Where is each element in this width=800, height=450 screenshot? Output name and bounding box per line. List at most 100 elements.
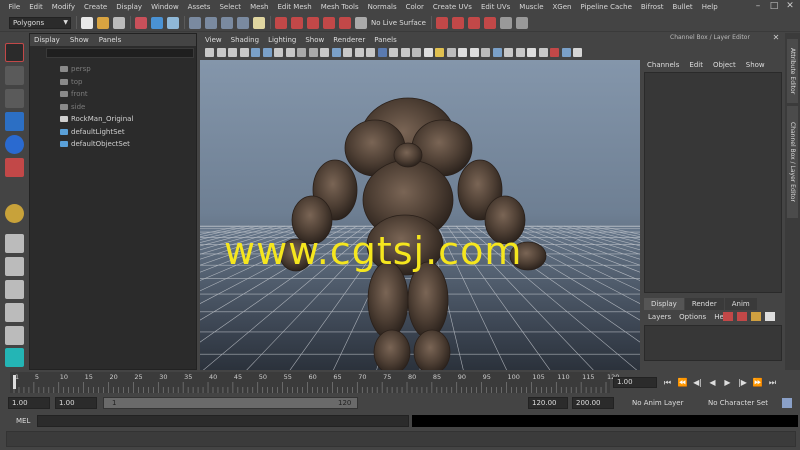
maximize-button[interactable]: □: [769, 1, 779, 11]
viewport-tool-icon[interactable]: [308, 48, 318, 57]
move-tool-icon[interactable]: [5, 112, 24, 131]
menu-normals[interactable]: Normals: [363, 3, 401, 11]
menu-set-dropdown[interactable]: Polygons ▼: [9, 16, 71, 29]
menu-assets[interactable]: Assets: [183, 3, 215, 11]
viewport-tool-icon[interactable]: [446, 48, 456, 57]
open-scene-icon[interactable]: [97, 16, 109, 29]
outliner-menu-display[interactable]: Display: [34, 36, 60, 44]
select-vertex-icon[interactable]: [189, 16, 201, 29]
universal-manipulator-icon[interactable]: [5, 204, 24, 223]
sidebar-toggle-icon[interactable]: [515, 16, 528, 29]
viewport-tool-icon[interactable]: [262, 48, 272, 57]
outliner-item-front[interactable]: front: [30, 88, 196, 101]
anim-layer-dropdown[interactable]: No Anim Layer: [632, 399, 683, 407]
character-set-dropdown[interactable]: No Character Set: [708, 399, 768, 407]
outliner-item-side[interactable]: side: [30, 101, 196, 114]
tab-channel-box[interactable]: Channel Box / Layer Editor: [787, 106, 798, 218]
lock-icon[interactable]: [253, 16, 265, 29]
snap-live-icon[interactable]: [339, 16, 351, 29]
viewport-menu-renderer[interactable]: Renderer: [333, 36, 365, 44]
viewport-tool-icon[interactable]: [274, 48, 283, 57]
menu-xgen[interactable]: XGen: [548, 3, 576, 11]
command-input[interactable]: [37, 415, 409, 427]
viewport-tool-icon[interactable]: [481, 48, 490, 57]
layer-editor-menu-layers[interactable]: Layers: [648, 313, 671, 321]
viewport-tool-icon[interactable]: [435, 48, 444, 57]
outliner-item-top[interactable]: top: [30, 76, 196, 89]
anim-start-field[interactable]: 1.00: [8, 397, 50, 409]
snap-view-plane-icon[interactable]: [323, 16, 335, 29]
menu-create-uvs[interactable]: Create UVs: [428, 3, 476, 11]
menu-mesh[interactable]: Mesh: [246, 3, 273, 11]
minimize-button[interactable]: –: [753, 1, 763, 11]
render-history-icon[interactable]: [435, 16, 448, 29]
viewport-menu-shading[interactable]: Shading: [231, 36, 259, 44]
viewport-tool-icon[interactable]: [504, 48, 513, 57]
step-back-frame-button[interactable]: ◀︎|: [692, 377, 703, 388]
time-slider-track[interactable]: 1 5 10 15 20 25 30 35 40 45 50 55 60 65 70 75 80 85 90 95 10…: [10, 372, 619, 393]
viewport-tool-icon[interactable]: [400, 48, 410, 57]
menu-edit-uvs[interactable]: Edit UVs: [476, 3, 514, 11]
viewport-tool-icon[interactable]: [251, 48, 260, 57]
viewport-menu-panels[interactable]: Panels: [374, 36, 397, 44]
viewport-canvas[interactable]: www.cgtsj.com: [200, 60, 640, 400]
preferences-icon[interactable]: [782, 398, 792, 408]
step-forward-frame-button[interactable]: |▶: [737, 377, 748, 388]
outliner-item-persp[interactable]: persp: [30, 63, 196, 76]
select-face-icon[interactable]: [221, 16, 233, 29]
viewport-menu-show[interactable]: Show: [305, 36, 324, 44]
viewport-tool-icon[interactable]: [377, 48, 387, 57]
channel-box-menu-show[interactable]: Show: [746, 61, 765, 69]
viewport-tool-icon[interactable]: [205, 48, 214, 57]
select-uv-icon[interactable]: [237, 16, 249, 29]
two-pane-layout-icon[interactable]: [5, 280, 24, 299]
current-frame-field[interactable]: 1.00: [613, 377, 657, 388]
menu-edit-mesh[interactable]: Edit Mesh: [273, 3, 316, 11]
go-to-start-button[interactable]: ⏮: [662, 377, 673, 388]
menu-modify[interactable]: Modify: [47, 3, 79, 11]
outliner-search-input[interactable]: [46, 48, 194, 58]
step-forward-key-button[interactable]: ⏩: [752, 377, 763, 388]
viewport-tool-icon[interactable]: [389, 48, 398, 57]
viewport-tool-icon[interactable]: [550, 48, 559, 57]
menu-display[interactable]: Display: [112, 3, 147, 11]
scale-tool-icon[interactable]: [5, 158, 24, 177]
viewport-menu-lighting[interactable]: Lighting: [268, 36, 296, 44]
four-pane-layout-icon[interactable]: [5, 257, 24, 276]
viewport-tool-icon[interactable]: [228, 48, 237, 57]
select-edge-icon[interactable]: [205, 16, 217, 29]
channel-box-close-button[interactable]: ✕: [771, 33, 781, 43]
ipr-render-icon[interactable]: [467, 16, 480, 29]
menu-bullet[interactable]: Bullet: [668, 3, 697, 11]
menu-create[interactable]: Create: [79, 3, 111, 11]
snap-grid-icon[interactable]: [275, 16, 287, 29]
select-component-icon[interactable]: [167, 16, 179, 29]
menu-bifrost[interactable]: Bifrost: [636, 3, 668, 11]
step-back-key-button[interactable]: ⏪: [677, 377, 688, 388]
select-tool-icon[interactable]: [5, 43, 24, 62]
viewport-menu-view[interactable]: View: [205, 36, 222, 44]
viewport-tool-icon[interactable]: [216, 48, 226, 57]
graph-layout-icon[interactable]: [5, 326, 24, 345]
outliner-item-defaultlightset[interactable]: defaultLightSet: [30, 126, 196, 139]
menu-mesh-tools[interactable]: Mesh Tools: [316, 3, 363, 11]
viewport-tool-icon[interactable]: [297, 48, 306, 57]
outliner-item-defaultobjectset[interactable]: defaultObjectSet: [30, 138, 196, 151]
viewport-tool-icon[interactable]: [469, 48, 479, 57]
playback-range-bar[interactable]: 1 120: [103, 397, 358, 409]
menu-edit[interactable]: Edit: [25, 3, 48, 11]
viewport-tool-icon[interactable]: [527, 48, 536, 57]
layer-editor-menu-options[interactable]: Options: [679, 313, 706, 321]
outliner-item-rockman-original[interactable]: RockMan_Original: [30, 113, 196, 126]
new-layer-icon[interactable]: [723, 312, 733, 321]
select-hierarchy-icon[interactable]: [135, 16, 147, 29]
current-time-indicator[interactable]: [13, 375, 16, 389]
close-button[interactable]: ✕: [785, 1, 795, 11]
tab-anim[interactable]: Anim: [724, 298, 757, 310]
channel-box-menu-object[interactable]: Object: [713, 61, 736, 69]
viewport-tool-icon[interactable]: [412, 48, 421, 57]
new-layer-selected-icon[interactable]: [737, 312, 747, 321]
viewport-tool-icon[interactable]: [515, 48, 525, 57]
viewport-tool-icon[interactable]: [458, 48, 467, 57]
playback-start-field[interactable]: 1.00: [55, 397, 97, 409]
